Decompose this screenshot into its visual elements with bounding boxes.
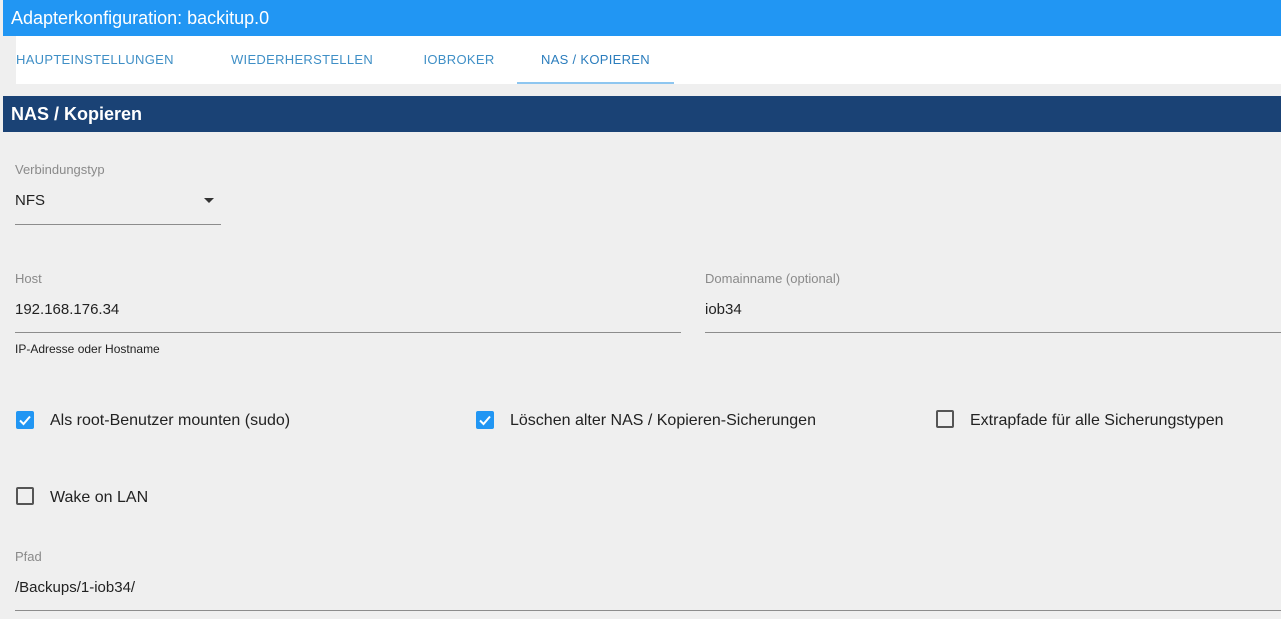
- connection-type-underline: [15, 224, 221, 225]
- wake-on-lan-label[interactable]: Wake on LAN: [50, 489, 148, 507]
- host-input[interactable]: 192.168.176.34: [15, 301, 119, 318]
- caret-down-icon: [204, 198, 214, 203]
- section-title: NAS / Kopieren: [3, 96, 1281, 132]
- path-label: Pfad: [15, 549, 42, 564]
- domain-label: Domainname (optional): [705, 271, 841, 286]
- delete-old-label[interactable]: Löschen alter NAS / Kopieren-Sicherungen: [510, 412, 816, 430]
- extra-paths-checkbox[interactable]: [936, 410, 954, 428]
- wake-on-lan-checkbox[interactable]: [16, 487, 34, 505]
- tab-nas-kopieren[interactable]: NAS / KOPIEREN: [517, 36, 674, 84]
- sudo-label[interactable]: Als root-Benutzer mounten (sudo): [50, 412, 290, 430]
- path-input[interactable]: /Backups/1-iob34/: [15, 579, 135, 596]
- host-label: Host: [15, 271, 42, 286]
- window-title: Adapterkonfiguration: backitup.0: [3, 0, 1281, 36]
- tab-iobroker[interactable]: IOBROKER: [418, 36, 500, 84]
- tab-haupteinstellungen[interactable]: HAUPTEINSTELLUNGEN: [16, 36, 174, 84]
- active-tab-indicator: [517, 82, 674, 84]
- tab-bar: HAUPTEINSTELLUNGEN WIEDERHERSTELLEN IOBR…: [16, 36, 1281, 84]
- check-icon: [19, 415, 31, 426]
- sudo-checkbox[interactable]: [16, 411, 34, 429]
- domain-input[interactable]: iob34: [705, 301, 742, 318]
- connection-type-select[interactable]: NFS: [15, 186, 221, 224]
- path-underline: [15, 610, 1281, 611]
- connection-type-label: Verbindungstyp: [15, 162, 105, 177]
- delete-old-checkbox[interactable]: [476, 411, 494, 429]
- check-icon: [479, 415, 491, 426]
- tab-wiederherstellen[interactable]: WIEDERHERSTELLEN: [228, 36, 376, 84]
- host-helper-text: IP-Adresse oder Hostname: [15, 342, 160, 356]
- domain-underline: [705, 332, 1281, 333]
- connection-type-value: NFS: [15, 192, 45, 209]
- host-underline: [15, 332, 681, 333]
- extra-paths-label[interactable]: Extrapfade für alle Sicherungstypen: [970, 412, 1223, 430]
